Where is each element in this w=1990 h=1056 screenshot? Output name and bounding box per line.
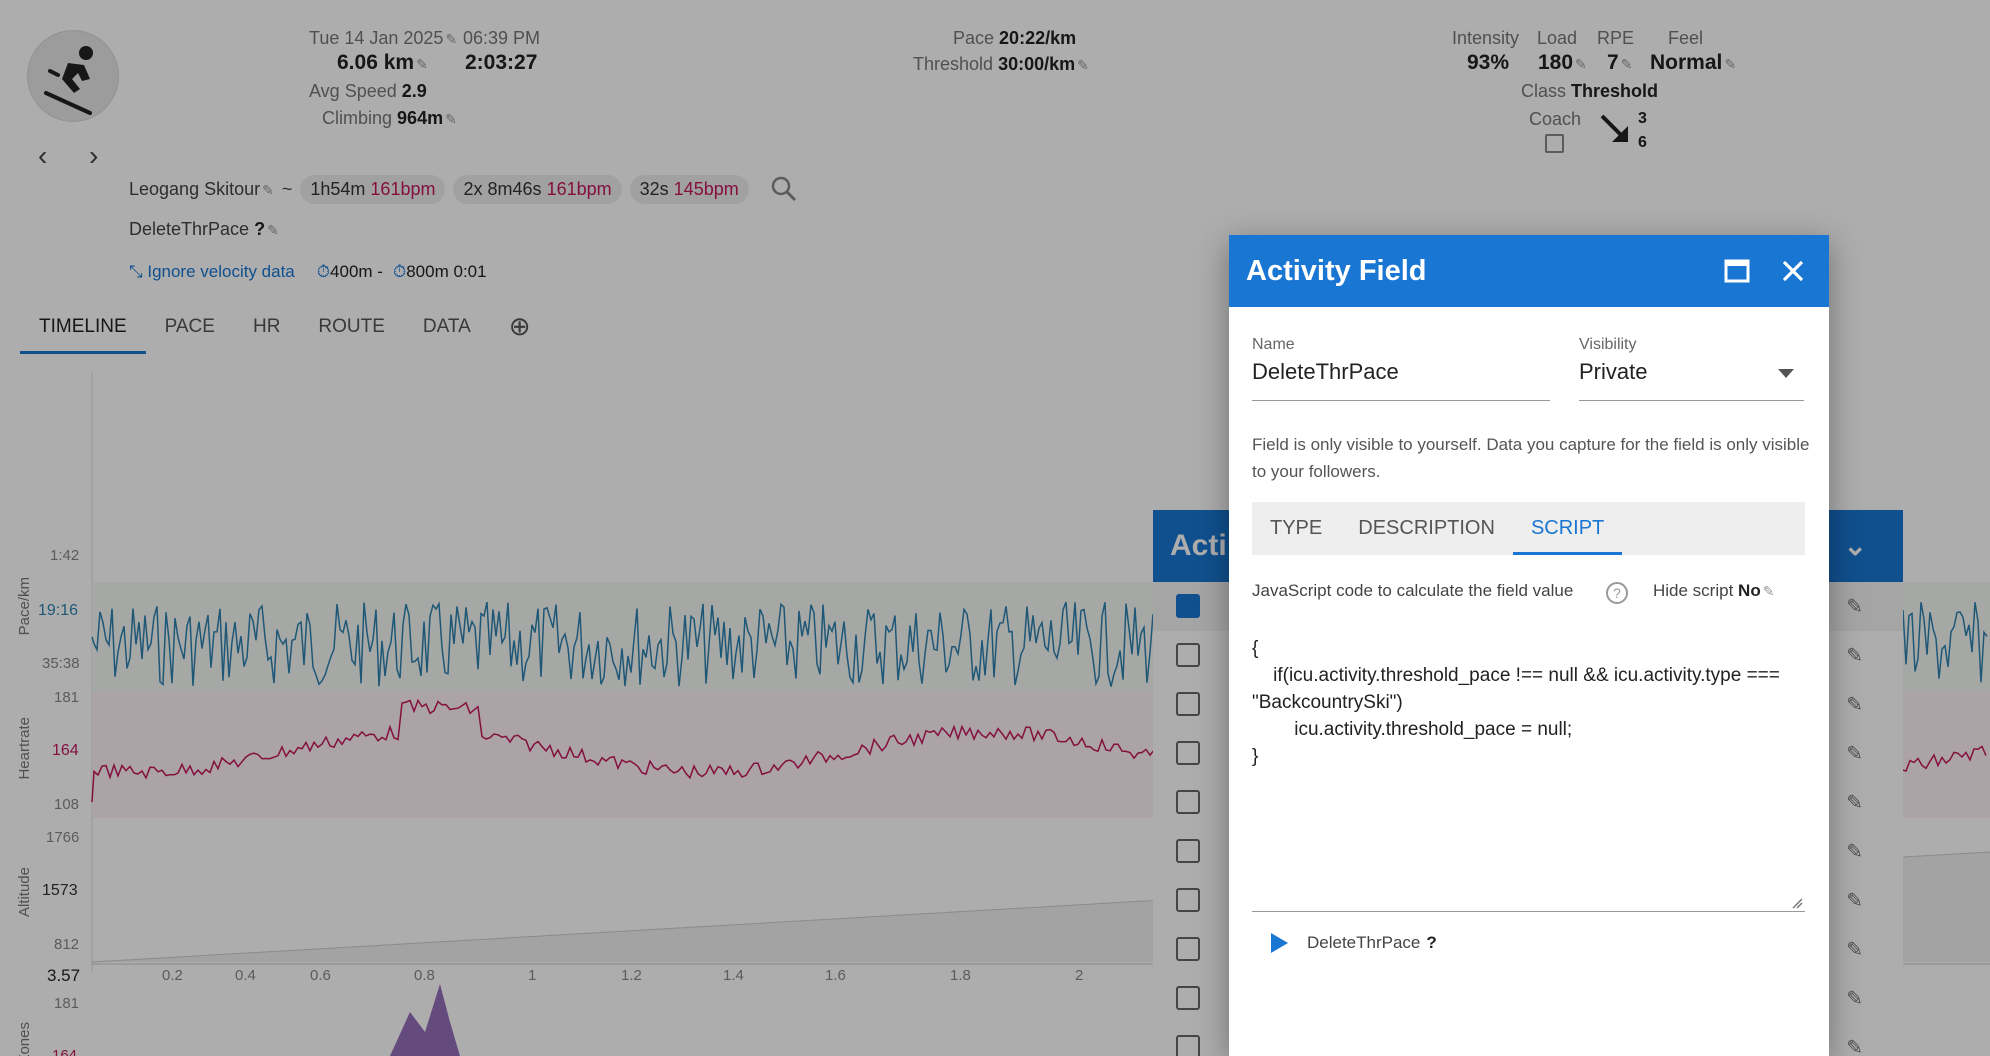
tab-script[interactable]: SCRIPT [1512, 502, 1623, 555]
tab-description[interactable]: DESCRIPTION [1340, 502, 1513, 555]
field-checkbox[interactable] [1176, 594, 1200, 618]
edit-icon[interactable]: ✎ [1846, 839, 1863, 864]
edit-icon[interactable]: ✎ [1846, 643, 1863, 668]
edit-icon[interactable]: ✎ [1846, 986, 1863, 1011]
edit-icon[interactable]: ✎ [1846, 594, 1863, 619]
activity-fields-dialog-title: Acti [1170, 529, 1227, 562]
edit-icon[interactable]: ✎ [1846, 692, 1863, 717]
name-input-value: DeleteThrPace [1252, 359, 1399, 384]
edit-icon: ✎ [1762, 583, 1775, 599]
field-checkbox[interactable] [1176, 1035, 1200, 1056]
resize-handle-icon[interactable] [1791, 897, 1803, 909]
close-icon [1782, 260, 1804, 282]
chevron-down-icon[interactable]: ⌄ [1844, 510, 1867, 582]
js-code-label: JavaScript code to calculate the field v… [1252, 581, 1574, 600]
dropdown-arrow-icon [1778, 369, 1794, 378]
help-icon[interactable]: ? [1604, 580, 1630, 606]
visibility-select[interactable]: Private [1579, 359, 1804, 401]
visibility-help-text: Field is only visible to yourself. Data … [1252, 435, 1810, 481]
name-input[interactable]: DeleteThrPace [1252, 359, 1550, 401]
field-checkbox[interactable] [1176, 937, 1200, 961]
field-checkbox[interactable] [1176, 986, 1200, 1010]
maximize-button[interactable] [1709, 243, 1765, 299]
play-icon[interactable] [1269, 932, 1289, 954]
field-checkbox[interactable] [1176, 888, 1200, 912]
name-label: Name [1252, 336, 1295, 353]
activity-field-dialog: Activity Field Name DeleteThrPace Visibi… [1229, 235, 1829, 1056]
edit-icon[interactable]: ✎ [1846, 937, 1863, 962]
field-checkbox[interactable] [1176, 839, 1200, 863]
close-button[interactable] [1765, 243, 1821, 299]
visibility-select-value: Private [1579, 359, 1648, 384]
tab-type[interactable]: TYPE [1252, 502, 1340, 555]
edit-icon[interactable]: ✎ [1846, 888, 1863, 913]
edit-icon[interactable]: ✎ [1846, 790, 1863, 815]
run-result-name: DeleteThrPace [1307, 933, 1421, 952]
hide-script-toggle[interactable]: Hide script No ✎ [1653, 581, 1774, 601]
field-checkbox[interactable] [1176, 741, 1200, 765]
script-code: { if(icu.activity.threshold_pace !== nul… [1252, 638, 1780, 767]
field-checkbox[interactable] [1176, 643, 1200, 667]
maximize-icon [1724, 259, 1750, 283]
field-checkbox[interactable] [1176, 692, 1200, 716]
visibility-label: Visibility [1579, 336, 1637, 353]
field-checkbox[interactable] [1176, 790, 1200, 814]
field-tabs: TYPE DESCRIPTION SCRIPT [1252, 502, 1805, 555]
run-result-value: ? [1426, 933, 1437, 952]
edit-icon[interactable]: ✎ [1846, 1035, 1863, 1056]
script-textarea[interactable]: { if(icu.activity.threshold_pace !== nul… [1252, 625, 1805, 912]
svg-text:?: ? [1613, 585, 1621, 601]
dialog-title: Activity Field [1246, 254, 1427, 287]
dialog-header: Activity Field [1229, 235, 1829, 307]
edit-icon[interactable]: ✎ [1846, 741, 1863, 766]
script-run-row: DeleteThrPace ? [1269, 932, 1437, 954]
